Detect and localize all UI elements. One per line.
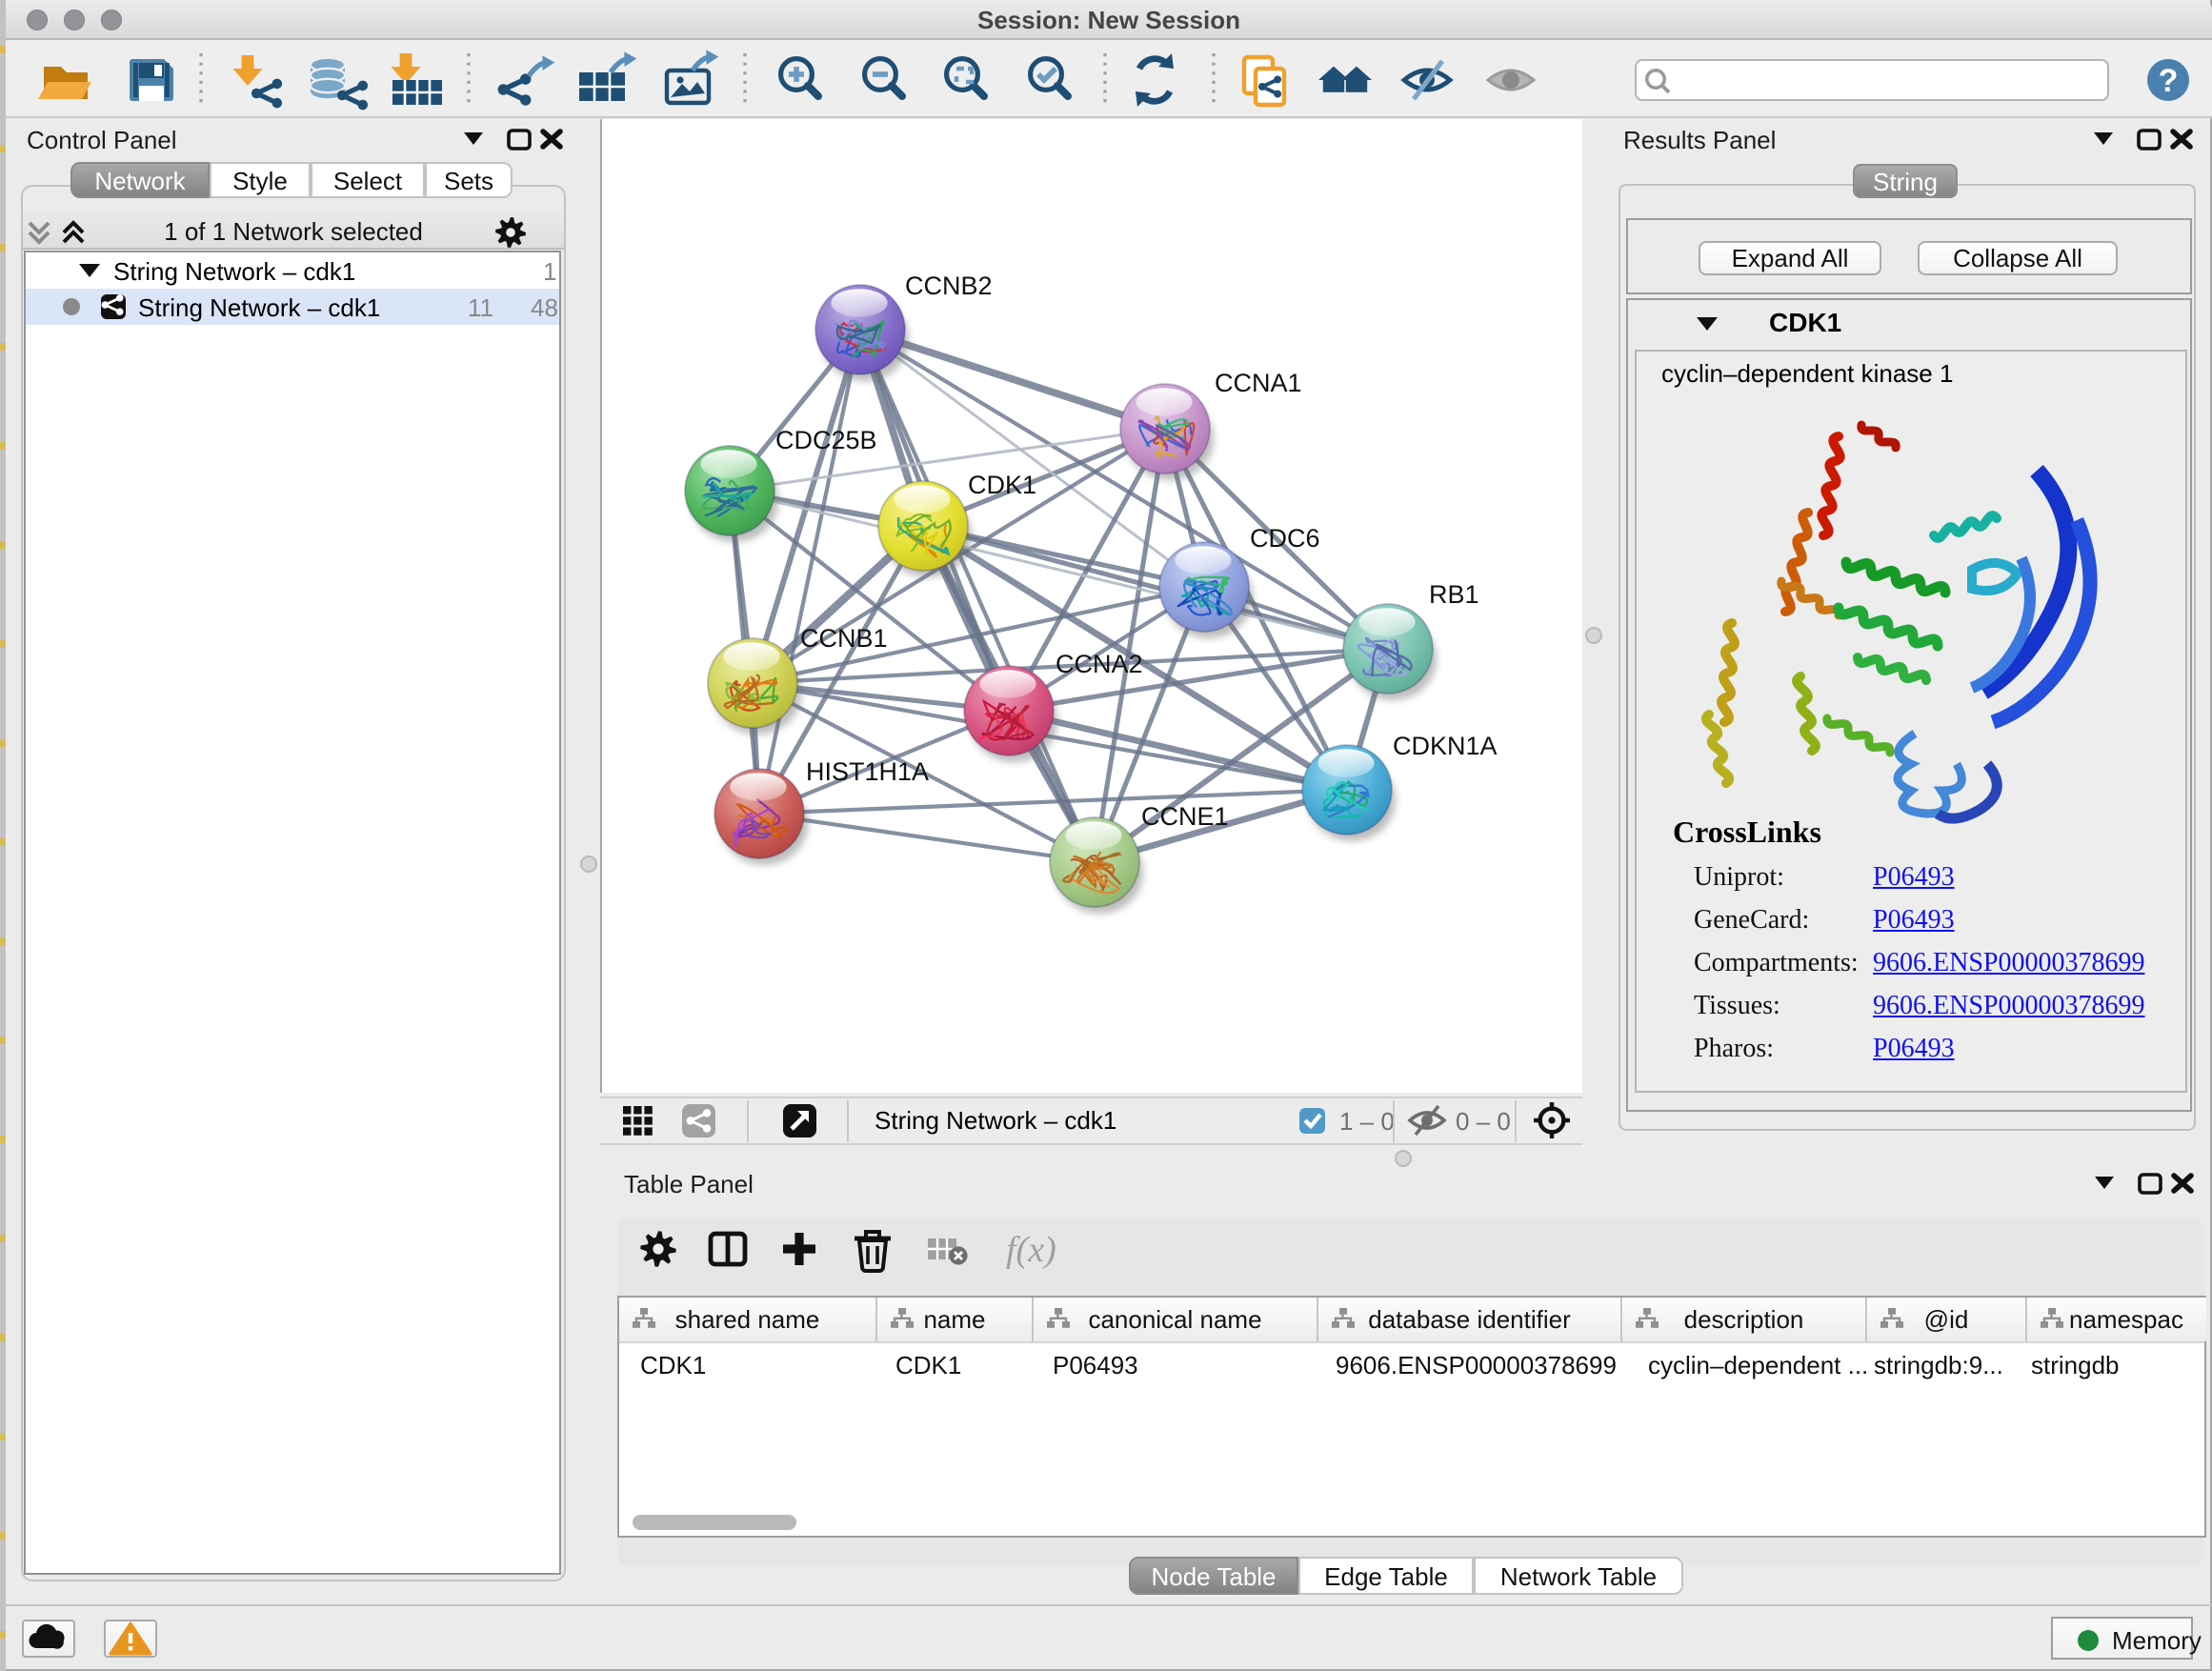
svg-text:CDK1: CDK1 xyxy=(968,471,1036,499)
svg-text:HIST1H1A: HIST1H1A xyxy=(806,757,929,786)
svg-text:f(x): f(x) xyxy=(1006,1230,1056,1270)
svg-text:CCNE1: CCNE1 xyxy=(1141,802,1229,831)
svg-text:CCNA1: CCNA1 xyxy=(1215,369,1302,397)
svg-text:CCNA2: CCNA2 xyxy=(1056,650,1143,678)
svg-text:CDKN1A: CDKN1A xyxy=(1393,732,1498,760)
svg-text:CCNB2: CCNB2 xyxy=(905,272,993,300)
svg-text:CCNB1: CCNB1 xyxy=(800,624,888,653)
svg-text:RB1: RB1 xyxy=(1429,580,1479,609)
svg-text:CDC25B: CDC25B xyxy=(775,426,877,454)
svg-text:?: ? xyxy=(2159,63,2179,99)
svg-text:CDC6: CDC6 xyxy=(1250,524,1320,553)
